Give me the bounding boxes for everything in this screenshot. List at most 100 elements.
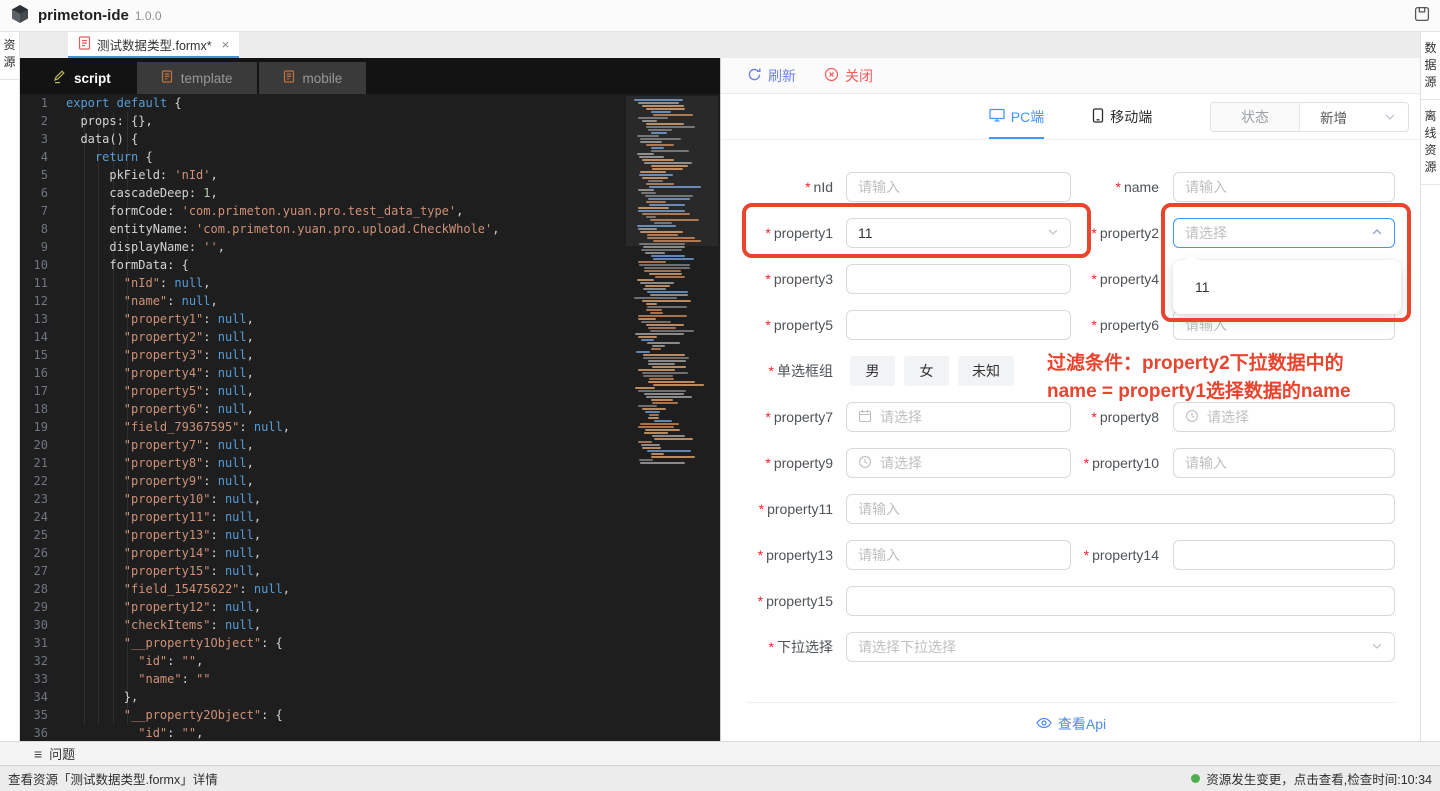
input-property15[interactable]	[846, 586, 1395, 616]
code-text: "id": "",	[66, 652, 203, 670]
code-area[interactable]: 1export default {2 props: {},3 data() {4…	[20, 94, 720, 741]
save-icon[interactable]	[1414, 6, 1430, 25]
right-rail: 数据源离线资源	[1420, 32, 1440, 741]
minimap[interactable]	[626, 96, 718, 739]
rail-item-offline-resources[interactable]: 离线资源	[1421, 100, 1440, 185]
select-property1[interactable]: 11	[846, 218, 1071, 248]
input-property14[interactable]	[1173, 540, 1395, 570]
placeholder-text: 请选择下拉选择	[858, 637, 956, 657]
dropdown-option-11[interactable]: 11	[1178, 271, 1396, 303]
app-version: 1.0.0	[135, 9, 162, 23]
code-text: pkField: 'nId',	[66, 166, 218, 184]
input-property3[interactable]	[846, 264, 1071, 294]
placeholder-text: 请输入	[858, 545, 900, 565]
input-property6[interactable]: 请输入	[1173, 310, 1395, 340]
file-tab[interactable]: 测试数据类型.formx* ×	[68, 32, 239, 58]
clock-icon	[858, 455, 872, 472]
input-property13[interactable]: 请输入	[846, 540, 1071, 570]
input-property9[interactable]: 请选择	[846, 448, 1071, 478]
input-property7[interactable]: 请选择	[846, 402, 1071, 432]
code-line: 20 "property7": null,	[20, 436, 720, 454]
code-text: "property15": null,	[66, 562, 261, 580]
code-text: "property2": null,	[66, 328, 254, 346]
code-text: cascadeDeep: 1,	[66, 184, 218, 202]
document-icon	[161, 70, 173, 86]
code-text: "checkItems": null,	[66, 616, 261, 634]
editor-tab-script[interactable]: script	[28, 62, 135, 94]
monitor-icon	[989, 108, 1005, 125]
resource-changed-dot	[1191, 774, 1200, 783]
select-property2[interactable]: 请选择	[1173, 218, 1395, 248]
refresh-button[interactable]: 刷新	[747, 66, 796, 86]
tab-close-icon[interactable]: ×	[222, 37, 230, 52]
required-asterisk: *	[765, 455, 770, 471]
editor-tab-label: template	[181, 71, 233, 86]
chevron-down-icon	[1371, 639, 1383, 655]
api-row: 查看Api	[746, 702, 1396, 734]
sidebar-item-resources[interactable]: 资源	[0, 32, 19, 80]
statusbar-left-text: 查看资源「测试数据类型.formx」详情	[8, 769, 218, 788]
code-line: 31 "__property1Object": {	[20, 634, 720, 652]
form-rows: *nId请输入*name请输入*property111*property2请选择…	[746, 172, 1420, 662]
field-label-property8: *property8	[1073, 409, 1159, 425]
list-lines-icon: ≡	[34, 746, 42, 762]
form-preview-panel: 刷新 关闭 PC端移动端 状态 新增 *nId请输入*name请输入*prope…	[720, 58, 1420, 741]
form-row: *property111*property2请选择	[746, 218, 1420, 248]
input-name[interactable]: 请输入	[1173, 172, 1395, 202]
line-number: 36	[20, 724, 66, 741]
required-asterisk: *	[1091, 225, 1096, 241]
status-bar: 查看资源「测试数据类型.formx」详情 资源发生变更，点击查看,检查时间:10…	[0, 765, 1440, 791]
code-text: "property11": null,	[66, 508, 261, 526]
code-text: "property13": null,	[66, 526, 261, 544]
line-number: 16	[20, 364, 66, 382]
input-property5[interactable]	[846, 310, 1071, 340]
placeholder-text: 请选择	[1207, 407, 1249, 427]
line-number: 2	[20, 112, 66, 130]
line-number: 8	[20, 220, 66, 238]
input-property11[interactable]: 请输入	[846, 494, 1395, 524]
close-circle-icon	[824, 67, 839, 85]
code-text: "property9": null,	[66, 472, 254, 490]
device-tab-pc[interactable]: PC端	[989, 94, 1044, 139]
radio-option-男[interactable]: 男	[850, 356, 895, 386]
line-number: 31	[20, 634, 66, 652]
device-tab-mobile[interactable]: 移动端	[1092, 94, 1152, 139]
line-number: 22	[20, 472, 66, 490]
editor-tab-template[interactable]: template	[137, 62, 257, 94]
input-property8[interactable]: 请选择	[1173, 402, 1395, 432]
code-line: 11 "nId": null,	[20, 274, 720, 292]
radio-option-女[interactable]: 女	[904, 356, 949, 386]
code-line: 4 return {	[20, 148, 720, 166]
rail-item-datasource[interactable]: 数据源	[1421, 32, 1440, 100]
required-asterisk: *	[765, 225, 770, 241]
code-text: "property3": null,	[66, 346, 254, 364]
problems-bar[interactable]: ≡ 问题	[0, 741, 1440, 765]
select-下拉选择[interactable]: 请选择下拉选择	[846, 632, 1395, 662]
view-api-link[interactable]: 查看Api	[746, 714, 1396, 734]
code-line: 34 },	[20, 688, 720, 706]
form-row: *property13请输入*property14	[746, 540, 1420, 570]
input-property10[interactable]: 请输入	[1173, 448, 1395, 478]
code-text: "property1": null,	[66, 310, 254, 328]
radio-group-单选框组: 男女未知	[850, 356, 1014, 386]
required-asterisk: *	[1091, 409, 1096, 425]
statusbar-right[interactable]: 资源发生变更，点击查看,检查时间:10:34	[1191, 769, 1432, 788]
field-label-property5: *property5	[746, 317, 833, 333]
required-asterisk: *	[805, 179, 810, 195]
radio-option-未知[interactable]: 未知	[958, 356, 1014, 386]
field-label-单选框组: *单选框组	[746, 361, 833, 381]
line-number: 21	[20, 454, 66, 472]
required-asterisk: *	[769, 639, 774, 655]
status-select[interactable]: 新增	[1300, 103, 1408, 131]
file-tab-title: 测试数据类型.formx*	[97, 35, 212, 54]
line-number: 10	[20, 256, 66, 274]
input-nId[interactable]: 请输入	[846, 172, 1071, 202]
code-line: 14 "property2": null,	[20, 328, 720, 346]
required-asterisk: *	[1091, 317, 1096, 333]
line-number: 19	[20, 418, 66, 436]
code-text: formCode: 'com.primeton.yuan.pro.test_da…	[66, 202, 463, 220]
field-label-property15: *property15	[746, 593, 833, 609]
code-line: 35 "__property2Object": {	[20, 706, 720, 724]
editor-tab-mobile[interactable]: mobile	[259, 62, 367, 94]
close-button[interactable]: 关闭	[824, 66, 873, 86]
